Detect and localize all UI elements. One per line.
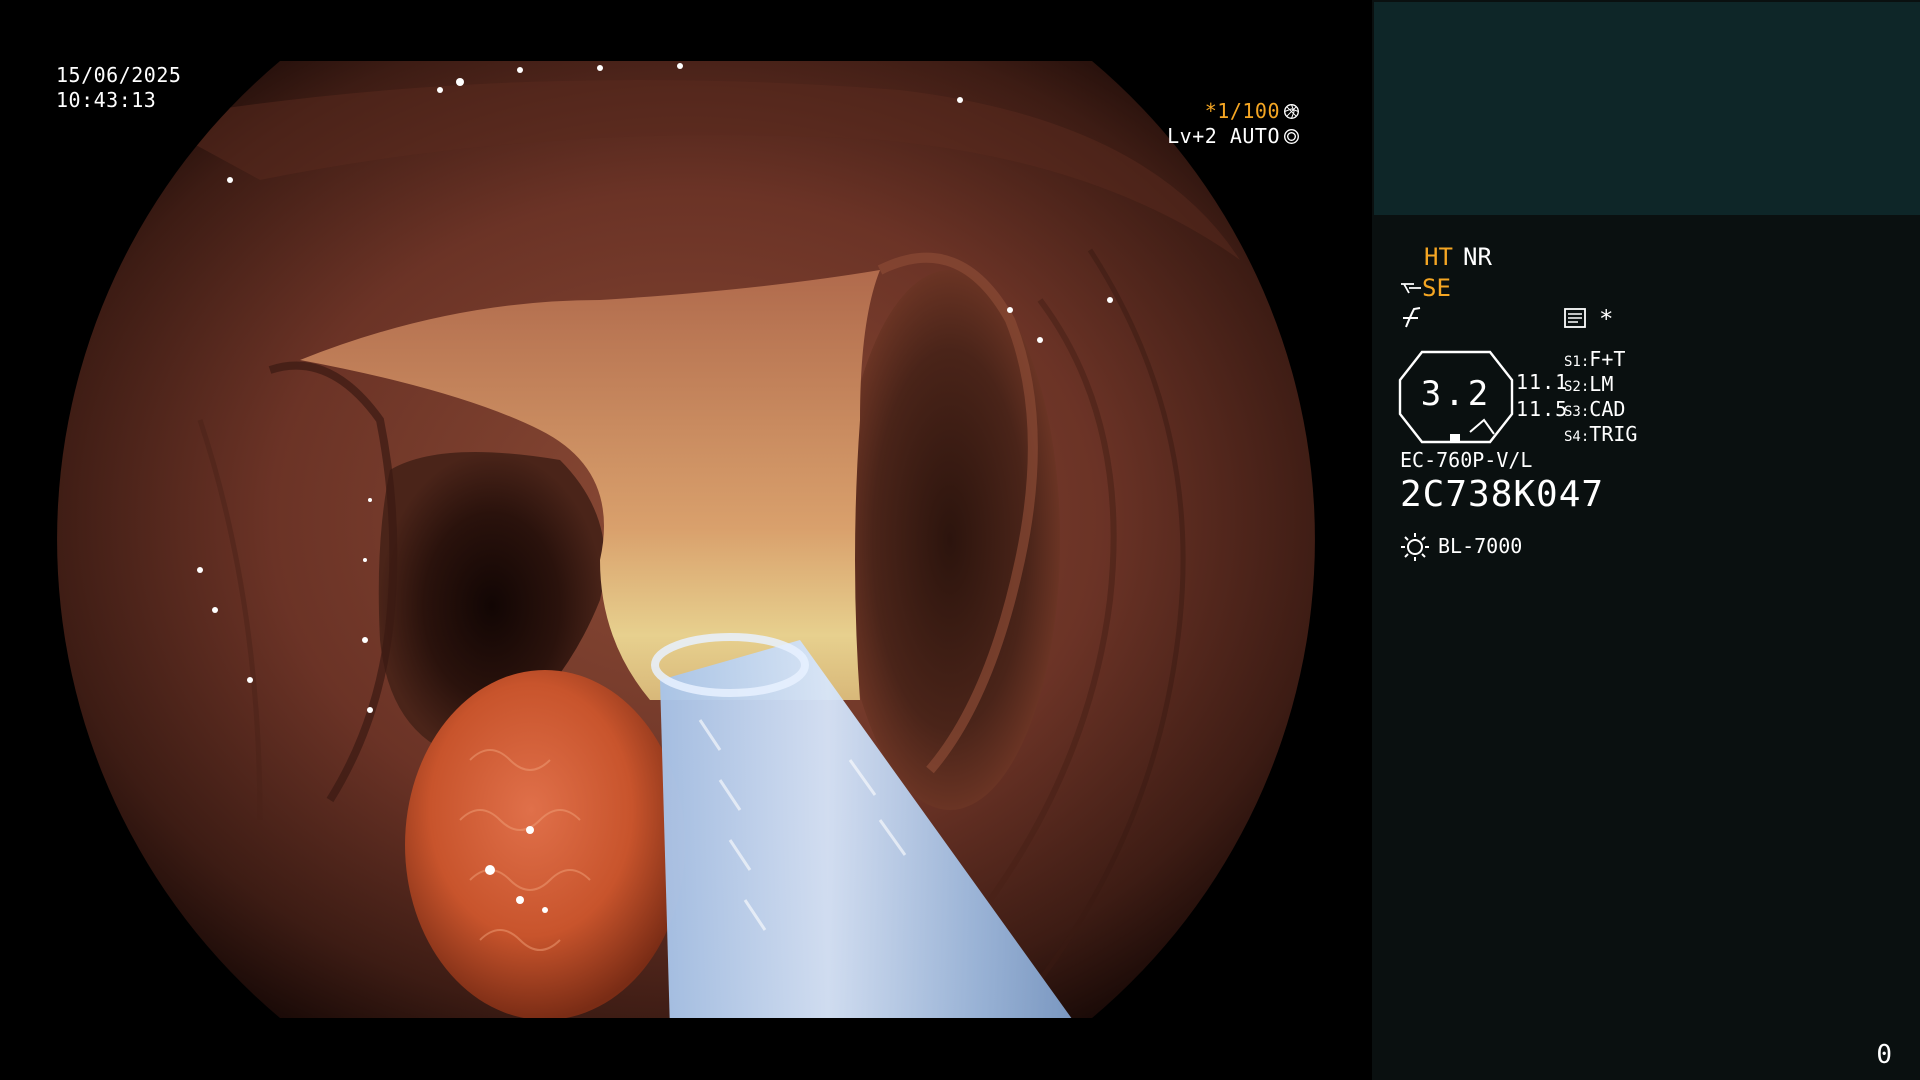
switch-value: F+T	[1589, 347, 1626, 371]
exposure-readout: *1/100 Lv+2 AUTO	[1167, 99, 1300, 149]
structure-enhancement-row: SE	[1400, 274, 1451, 302]
shutter-speed: 1/100	[1217, 99, 1280, 123]
endoscopic-image	[57, 61, 1315, 1018]
switch-key: S4:	[1564, 429, 1590, 445]
switch-key: S3:	[1564, 404, 1590, 420]
time-text: 10:43:13	[56, 88, 157, 112]
shutter-row: *1/100	[1167, 99, 1300, 124]
switch-row-4: S4:TRIG	[1564, 422, 1637, 446]
endoscope-video-view: 15/06/2025 10:43:13 *1/100 Lv+2 AUTO	[0, 0, 1372, 1080]
switch-row-1: S1:F+T	[1564, 347, 1625, 371]
value-bottom: 11.5	[1516, 397, 1569, 421]
zoom-value: 3.2	[1420, 374, 1492, 414]
iris-level: Lv+2	[1167, 124, 1218, 148]
scope-model: EC-760P-V/L	[1400, 448, 1533, 472]
page-counter: 0	[1876, 1040, 1892, 1070]
iris-row: Lv+2 AUTO	[1167, 124, 1300, 149]
iris-mode: AUTO	[1229, 124, 1280, 148]
structure-enhancement-icon	[1401, 283, 1421, 294]
date-time-overlay: 15/06/2025 10:43:13	[56, 63, 181, 113]
switch-value: CAD	[1589, 397, 1626, 421]
shutter-prefix: *	[1204, 99, 1218, 123]
switch-value: TRIG	[1589, 422, 1638, 446]
aperture-icon	[1284, 104, 1299, 119]
status-side-panel: HT NR SE * 3.2 11.1 11.5 S1:F+T S2:LM S3…	[1372, 0, 1920, 1080]
switch-row-3: S3:CAD	[1564, 397, 1625, 421]
ht-indicator: HT	[1424, 243, 1453, 271]
scope-serial-number: 2C738K047	[1400, 474, 1605, 515]
switch-key: S2:	[1564, 379, 1590, 395]
se-indicator: SE	[1422, 274, 1451, 302]
enhancement-icon	[1403, 307, 1421, 328]
info-header-area	[1374, 2, 1920, 215]
switch-value: LM	[1589, 372, 1614, 396]
star-mark: *	[1599, 305, 1614, 333]
nr-indicator: NR	[1463, 243, 1492, 271]
memo-icon	[1564, 308, 1586, 328]
date-text: 15/06/2025	[56, 63, 182, 87]
value-top: 11.1	[1516, 370, 1569, 394]
iris-icon	[1284, 129, 1299, 144]
sun-icon	[1401, 533, 1429, 561]
switch-row-2: S2:LM	[1564, 372, 1613, 396]
light-source-model: BL-7000	[1438, 534, 1523, 558]
switch-key: S1:	[1564, 354, 1590, 370]
